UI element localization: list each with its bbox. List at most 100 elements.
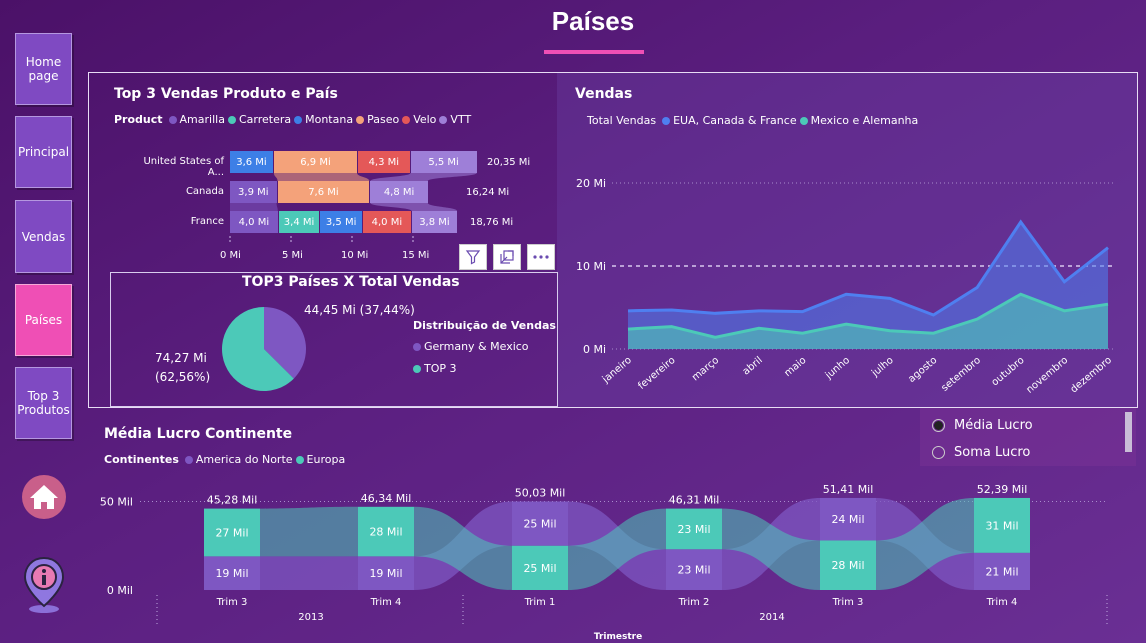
lucro-xtick-4: Trim 3 [832,597,864,608]
lucro-total-2: 50,03 Mil [515,487,566,500]
lucro-ytick-50: 50 Mil [100,496,133,509]
lucro-bar-label-eu-3: 23 Mil [677,523,710,536]
vendas-chart-title: Vendas [575,86,633,102]
lucro-xtick-3: Trim 2 [678,597,710,608]
vendas-xtick-julho: julho [869,355,895,380]
lucro-bar-label-eu-4: 28 Mil [831,559,864,572]
top3-ribbon-paseo [273,173,370,181]
filter-icon [465,250,481,265]
lucro-year-2014: 2014 [759,612,784,623]
top3-ribbon-vtt [370,203,458,211]
top3-bar-carretera-2[interactable]: 3,4 Mi [278,211,320,233]
vendas-ytick-1: 10 Mi [576,260,606,273]
lucro-ribbon-eu-0 [260,506,358,557]
top3-xtick-0: 0 Mi [220,250,241,261]
top3-bar-velo-2[interactable]: 4,0 Mi [362,211,411,233]
lucro-bar-label-na-5: 21 Mil [985,565,1018,578]
lucro-chart-title: Média Lucro Continente [104,426,293,442]
lucro-total-3: 46,31 Mil [669,494,720,507]
pie-chart [222,307,306,391]
top3-xtick-15: 15 Mi [402,250,430,261]
nav-top3-produtos-label: Top 3 Produtos [17,389,70,417]
lucro-bar-label-eu-1: 28 Mil [369,526,402,539]
legend-item-mexico[interactable]: Mexico e Alemanha [799,114,919,127]
pie-legend-germany-mexico-label: Germany & Mexico [424,340,529,353]
lucro-xtick-2: Trim 1 [524,597,556,608]
top3-total-france: 18,76 Mi [470,217,514,228]
lucro-bar-label-na-3: 23 Mil [677,564,710,577]
vendas-xtick-junho: junho [823,355,852,382]
nav-paises-label: Países [24,313,63,327]
vendas-xtick-dezembro: dezembro [1069,355,1114,396]
radio-media-lucro-label: Média Lucro [954,418,1033,433]
top3-bar-velo-0[interactable]: 4,3 Mi [358,151,410,173]
vendas-xtick-setembro: setembro [940,355,983,394]
top3-bar-montana-0[interactable]: 3,6 Mi [230,151,273,173]
slicer-scrollbar[interactable] [1125,412,1132,452]
more-options-icon [533,255,549,259]
more-options-button[interactable] [527,244,555,270]
top3-bar-paseo-0[interactable]: 6,9 Mi [273,151,358,173]
legend-item-america-norte[interactable]: America do Norte [184,453,293,466]
top3-bar-vtt-0[interactable]: 5,5 Mi [410,151,477,173]
lucro-bar-label-eu-0: 27 Mil [215,526,248,539]
vendas-xtick-agosto: agosto [906,355,939,385]
nav-paises[interactable]: Países [15,284,72,356]
vendas-xtick-março: março [690,355,721,384]
lucro-year-2013: 2013 [298,612,323,623]
vendas-xtick-fevereiro: fevereiro [636,355,677,392]
focus-mode-icon [500,250,514,264]
pie-label-germany-mexico: 44,45 Mi (37,44%) [304,303,415,317]
vendas-xtick-outubro: outubro [990,355,1027,389]
lucro-legend-label: Continentes [104,453,179,466]
lucro-bar-label-na-2: 25 Mil [523,518,556,531]
vendas-xtick-novembro: novembro [1024,355,1070,396]
radio-soma-lucro[interactable]: Soma Lucro [932,445,1030,460]
home-icon[interactable] [21,474,67,520]
vendas-legend: Total Vendas EUA, Canada & France Mexico… [587,114,921,127]
nav-top3-produtos[interactable]: Top 3 Produtos [15,367,72,439]
vendas-xtick-janeiro: janeiro [600,355,634,386]
top3-bar-montana-2[interactable]: 3,5 Mi [320,211,362,233]
top3-xtick-5: 5 Mi [282,250,303,261]
pie-label-top3-percent: (62,56%) [155,370,211,384]
top3-bar-paseo-1[interactable]: 7,6 Mi [277,181,370,203]
vendas-xtick-maio: maio [782,355,808,379]
lucro-x-axis-title: Trimestre [594,632,642,642]
lucro-total-1: 46,34 Mil [361,492,412,505]
vendas-xtick-abril: abril [741,355,765,378]
pie-legend-top3[interactable]: TOP 3 [413,362,457,375]
vendas-ytick-2: 20 Mi [576,177,606,190]
pie-title: TOP3 Países X Total Vendas [242,274,460,290]
top3-bar-vtt-1[interactable]: 4,8 Mi [370,181,428,203]
lucro-xtick-0: Trim 3 [216,597,248,608]
top3-ribbon-vtt [370,173,477,181]
top3-bar-amarilla-2[interactable]: 4,0 Mi [230,211,278,233]
lucro-bar-label-eu-5: 31 Mil [985,519,1018,532]
top3-bar-vtt-2[interactable]: 3,8 Mi [411,211,458,233]
legend-item-eua[interactable]: EUA, Canada & France [662,114,797,127]
filter-button[interactable] [459,244,487,270]
pie-legend-title: Distribuição de Vendas [413,319,556,332]
lucro-bar-label-na-0: 19 Mil [215,567,248,580]
pie-legend-germany-mexico[interactable]: Germany & Mexico [413,340,529,353]
top3-total-canada: 16,24 Mi [466,187,510,198]
lucro-legend: Continentes America do Norte Europa [104,453,348,466]
lucro-total-0: 45,28 Mil [207,494,258,507]
radio-media-lucro[interactable]: Média Lucro [932,418,1033,433]
top3-bar-amarilla-1[interactable]: 3,9 Mi [230,181,277,203]
lucro-bar-label-eu-2: 25 Mil [523,562,556,575]
legend-mexico-label: Mexico e Alemanha [810,114,919,127]
legend-item-europa[interactable]: Europa [295,453,346,466]
pie-label-top3-value: 74,27 Mi [155,351,207,365]
lucro-ytick-0: 0 Mil [107,584,133,597]
lucro-total-5: 52,39 Mil [977,483,1028,496]
top3-xtick-10: 10 Mi [341,250,369,261]
legend-eua-label: EUA, Canada & France [673,114,797,127]
info-location-icon[interactable] [20,556,68,614]
lucro-ribbon-na-0 [260,556,358,590]
lucro-xtick-1: Trim 4 [370,597,402,608]
focus-mode-button[interactable] [493,244,521,270]
legend-europa-label: Europa [306,453,346,466]
legend-america-norte-label: America do Norte [195,453,293,466]
